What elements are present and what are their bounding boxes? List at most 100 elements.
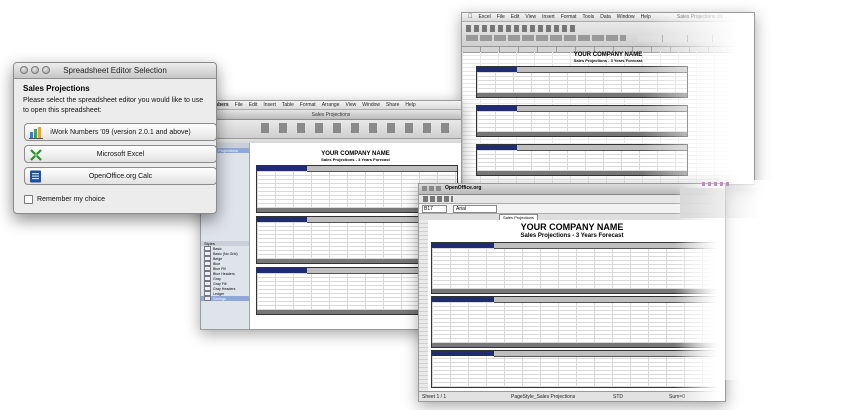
year-block-3 [476,144,688,176]
status-sum: Sum=0 [669,394,685,400]
menu-item[interactable]: Insert [263,102,276,108]
menu-item[interactable]: Share [386,102,399,108]
block-title-bar [432,297,494,302]
block-total-row [477,93,687,97]
openoffice-option-button[interactable]: OpenOffice.org Calc [24,167,216,185]
doc-subtitle: Sales Projections - 3 Years Forecast [520,233,624,239]
menu-item[interactable]: Data [600,14,611,20]
cell-ref-box[interactable]: B17 [422,205,447,213]
option-label: iWork Numbers '09 (version 2.0.1 and abo… [50,128,191,136]
toolbar-icons[interactable] [423,196,453,202]
menu-item[interactable]: Window [617,14,635,20]
toolbar-icons[interactable] [261,123,451,133]
block-total-row [432,289,720,293]
dialog-titlebar: Spreadsheet Editor Selection [14,63,216,79]
style-item-label: Gray [213,276,221,281]
menu-item[interactable]: View [345,102,356,108]
style-item-label: Blue Fill [213,266,226,271]
menu-item[interactable]: Window [362,102,380,108]
menu-item[interactable]: Edit [249,102,258,108]
year-block-1 [476,66,688,98]
menu-item[interactable]: Format [300,102,316,108]
font-name-box[interactable]: Arial [453,205,497,213]
menu-item[interactable]: View [525,14,536,20]
menu-item[interactable]: Table [282,102,294,108]
style-item-label: Basic (No Grid) [213,251,238,256]
excel-window:  Excel File Edit View Insert Format Too… [461,12,755,185]
numbers-option-button[interactable]: iWork Numbers '09 (version 2.0.1 and abo… [24,123,216,141]
excel-option-button[interactable]: Microsoft Excel [24,145,216,163]
excel-menubar:  Excel File Edit View Insert Format Too… [462,13,754,22]
block-title-bar [477,106,517,111]
checkbox-box[interactable] [24,195,33,204]
toolbar-icons[interactable] [466,25,576,32]
window-title: Sales Projections [311,111,351,118]
dialog-title: Spreadsheet Editor Selection [63,66,167,75]
option-label: OpenOffice.org Calc [88,172,153,180]
menu-item[interactable]: File [235,102,243,108]
block-month-headers [517,67,687,73]
block-month-headers [517,145,687,151]
year-block-2 [431,296,721,348]
row-headers [419,220,428,392]
block-title-bar [432,243,494,248]
faded-toolbar [680,188,760,218]
style-item-label: Blue Headers [213,271,235,276]
option-label: Microsoft Excel [96,150,145,158]
menu-item[interactable]: File [497,14,505,20]
block-title-bar [432,351,494,356]
status-page-style: PageStyle_Sales Projections [511,394,576,400]
excel-grid[interactable]: YOUR COMPANY NAME Sales Projections - 3 … [462,52,754,184]
app-label: OpenOffice.org [445,185,482,191]
window-title: Sales Projections.xls [672,14,723,20]
formatting-bar[interactable] [466,35,626,41]
faded-window [680,180,840,380]
block-title-bar [477,145,517,150]
block-total-row [477,132,687,136]
block-total-row [432,343,720,347]
block-month-headers [517,106,687,112]
style-item-label: Gray Fill [213,281,227,286]
style-swatch-icon [204,296,211,301]
menu-item[interactable]: Tools [583,14,595,20]
style-item-label: Ledger [213,291,225,296]
block-title-bar [257,268,307,273]
window-controls[interactable] [422,186,442,191]
menu-item[interactable]: Excel [479,14,491,20]
year-block-2 [476,105,688,137]
menu-item[interactable]: Insert [542,14,555,20]
menu-item[interactable]: Arrange [322,102,340,108]
block-title-bar [477,67,517,72]
block-total-row [477,171,687,175]
dialog-heading: Sales Projections [23,84,90,93]
numbers-icon [29,127,43,139]
style-item[interactable]: Savings [201,296,249,301]
menu-item[interactable]: Help [405,102,415,108]
style-item-label: Blue [213,261,221,266]
doc-subtitle: Sales Projections - 3 Years Forecast [321,157,390,162]
remember-choice-checkbox[interactable]: Remember my choice [24,195,105,204]
year-block-3 [431,350,721,388]
ribbon-tabs[interactable] [638,35,748,42]
excel-icon [30,149,42,161]
window-controls[interactable] [702,182,732,186]
status-bar: Sheet 1 / 1 PageStyle_Sales Projections … [419,391,725,401]
openoffice-icon [30,170,41,183]
block-title-bar [257,166,307,171]
style-item-label: Basic [213,246,222,251]
menu-item[interactable]: Format [561,14,577,20]
style-item-label: Beige [213,256,223,261]
year-block-1 [431,242,721,294]
numbers-menubar: Numbers File Edit Insert Table Format Ar… [201,101,461,110]
apple-icon[interactable]:  [468,14,473,20]
remember-choice-label: Remember my choice [37,196,106,203]
dialog-message: Please select the spreadsheet editor you… [23,97,204,114]
styles-list: Basic Basic (No Grid) Beige Blue Blue Fill Bl… [201,246,249,301]
status-mode: STD [613,394,623,400]
excel-toolbar [462,22,754,47]
block-month-headers [307,166,457,172]
menu-item[interactable]: Edit [511,14,520,20]
numbers-toolbar [201,120,461,139]
doc-subtitle: Sales Projections - 3 Years Forecast [573,58,643,63]
menu-item[interactable]: Help [641,14,651,20]
